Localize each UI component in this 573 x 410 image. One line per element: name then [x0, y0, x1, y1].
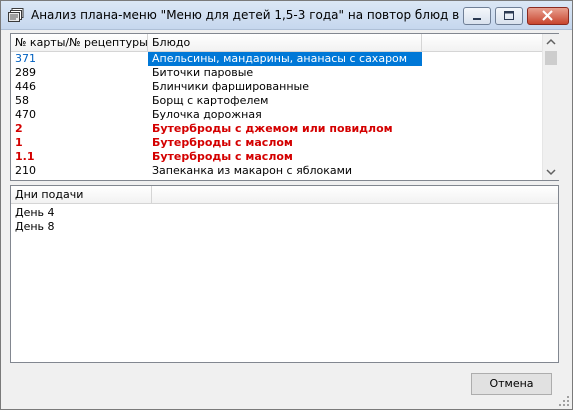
- dishes-scrollbar[interactable]: [542, 34, 559, 180]
- dishes-list[interactable]: № карты/№ рецептуры Блюдо 371 Апельсины,…: [10, 33, 559, 181]
- dish-name-cell: Бутерброды с джемом или повидлом: [152, 122, 393, 135]
- dish-name-cell: Бутерброды с маслом: [152, 136, 293, 149]
- chevron-down-icon: [546, 169, 556, 176]
- resize-grip-icon[interactable]: [558, 395, 570, 407]
- maximize-button[interactable]: [495, 7, 523, 25]
- dialog-window: Анализ плана-меню "Меню для детей 1,5-3 …: [0, 0, 573, 410]
- card-number-cell: 371: [15, 52, 36, 65]
- dish-name-cell: Булочка дорожная: [152, 108, 262, 121]
- days-header: Дни подачи: [11, 186, 558, 204]
- column-header-dish[interactable]: Блюдо: [148, 34, 422, 51]
- dish-name-cell: Бутерброды с маслом: [152, 150, 293, 163]
- card-number-cell: 446: [15, 80, 36, 93]
- dish-name-cell: Блинчики фаршированные: [152, 80, 309, 93]
- scroll-up-button[interactable]: [543, 34, 559, 51]
- table-row[interactable]: 371 Апельсины, мандарины, ананасы с саха…: [11, 52, 541, 66]
- table-row[interactable]: 210 Запеканка из макарон с яблоками: [11, 164, 541, 178]
- table-row[interactable]: 58 Борщ с картофелем: [11, 94, 541, 108]
- chevron-up-icon: [546, 38, 556, 45]
- app-icon: [8, 8, 24, 22]
- table-row[interactable]: 446 Блинчики фаршированные: [11, 80, 541, 94]
- scroll-thumb[interactable]: [545, 51, 557, 65]
- close-icon: [542, 10, 553, 21]
- list-item[interactable]: День 4: [11, 206, 55, 220]
- cancel-button[interactable]: Отмена: [471, 373, 552, 395]
- scroll-down-button[interactable]: [543, 163, 559, 180]
- table-row[interactable]: 1.1 Бутерброды с маслом: [11, 150, 541, 164]
- table-row[interactable]: 2 Бутерброды с джемом или повидлом: [11, 122, 541, 136]
- dish-name-cell: Апельсины, мандарины, ананасы с сахаром: [148, 52, 422, 66]
- maximize-icon: [504, 11, 514, 20]
- minimize-button[interactable]: [463, 7, 491, 25]
- table-row[interactable]: 289 Биточки паровые: [11, 66, 541, 80]
- card-number-cell: 1.1: [15, 150, 35, 163]
- column-header-card-number[interactable]: № карты/№ рецептуры: [11, 34, 148, 51]
- card-number-cell: 1: [15, 136, 23, 149]
- card-number-cell: 58: [15, 94, 29, 107]
- title-bar[interactable]: Анализ плана-меню "Меню для детей 1,5-3 …: [1, 1, 572, 30]
- dish-name-cell: Запеканка из макарон с яблоками: [152, 164, 353, 177]
- window-title: Анализ плана-меню "Меню для детей 1,5-3 …: [31, 8, 461, 22]
- dishes-header: № карты/№ рецептуры Блюдо: [11, 34, 542, 52]
- table-row[interactable]: 470 Булочка дорожная: [11, 108, 541, 122]
- dish-name-cell: Биточки паровые: [152, 66, 254, 79]
- list-item[interactable]: День 8: [11, 220, 55, 234]
- card-number-cell: 210: [15, 164, 36, 177]
- card-number-cell: 289: [15, 66, 36, 79]
- column-header-filler: [422, 34, 542, 51]
- close-button[interactable]: [527, 7, 569, 25]
- dish-name-cell: Борщ с картофелем: [152, 94, 269, 107]
- card-number-cell: 470: [15, 108, 36, 121]
- days-list[interactable]: Дни подачи День 4 День 8: [10, 185, 559, 363]
- minimize-icon: [473, 18, 481, 20]
- column-header-days[interactable]: Дни подачи: [11, 186, 152, 203]
- card-number-cell: 2: [15, 122, 23, 135]
- table-row[interactable]: 1 Бутерброды с маслом: [11, 136, 541, 150]
- column-header-filler: [152, 186, 558, 203]
